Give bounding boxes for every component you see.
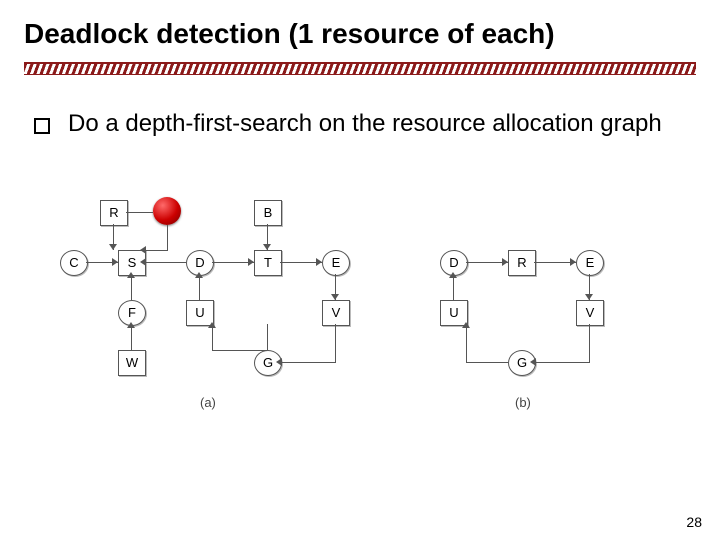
arrow-icon [316, 258, 322, 266]
edge [466, 362, 508, 363]
node-E-b: E [576, 250, 604, 276]
node-V-b: V [576, 300, 604, 326]
arrow-icon [502, 258, 508, 266]
edge [144, 262, 186, 263]
arrow-icon [112, 258, 118, 266]
node-R-a: R [100, 200, 128, 226]
node-C-a: C [60, 250, 88, 276]
bullet-square-icon [34, 118, 50, 134]
node-V-a: V [322, 300, 350, 326]
arrow-icon [263, 244, 271, 250]
arrow-icon [195, 272, 203, 278]
edge [212, 350, 267, 351]
node-E-a: E [322, 250, 350, 276]
node-W-a: W [118, 350, 146, 376]
arrow-icon [530, 358, 536, 366]
arrow-icon [331, 294, 339, 300]
page-number: 28 [686, 514, 702, 530]
title-rule [24, 62, 696, 75]
arrow-icon [127, 272, 135, 278]
arrow-icon [127, 322, 135, 328]
arrow-icon [208, 322, 216, 328]
arrow-icon [449, 272, 457, 278]
edge [280, 362, 336, 363]
arrow-icon [570, 258, 576, 266]
page-title: Deadlock detection (1 resource of each) [24, 18, 555, 50]
arrow-icon [585, 294, 593, 300]
edge [466, 324, 467, 362]
arrow-icon [276, 358, 282, 366]
arrow-icon [140, 258, 146, 266]
caption-a: (a) [200, 395, 216, 410]
edge [126, 212, 153, 213]
resource-allocation-diagram: R B C S D T E F U V W G [90, 200, 630, 430]
edge [267, 324, 268, 350]
arrow-icon [462, 322, 470, 328]
edge [144, 250, 168, 251]
edge [589, 324, 590, 362]
caption-b: (b) [515, 395, 531, 410]
bullet-text: Do a depth-first-search on the resource … [68, 110, 662, 138]
bullet-item: Do a depth-first-search on the resource … [34, 110, 662, 138]
edge [167, 225, 168, 250]
arrow-icon [140, 246, 146, 254]
edge [534, 362, 590, 363]
arrow-icon [109, 244, 117, 250]
arrow-icon [248, 258, 254, 266]
red-marker-icon [153, 197, 181, 225]
node-R-b: R [508, 250, 536, 276]
node-T-a: T [254, 250, 282, 276]
edge [335, 324, 336, 362]
node-B-a: B [254, 200, 282, 226]
